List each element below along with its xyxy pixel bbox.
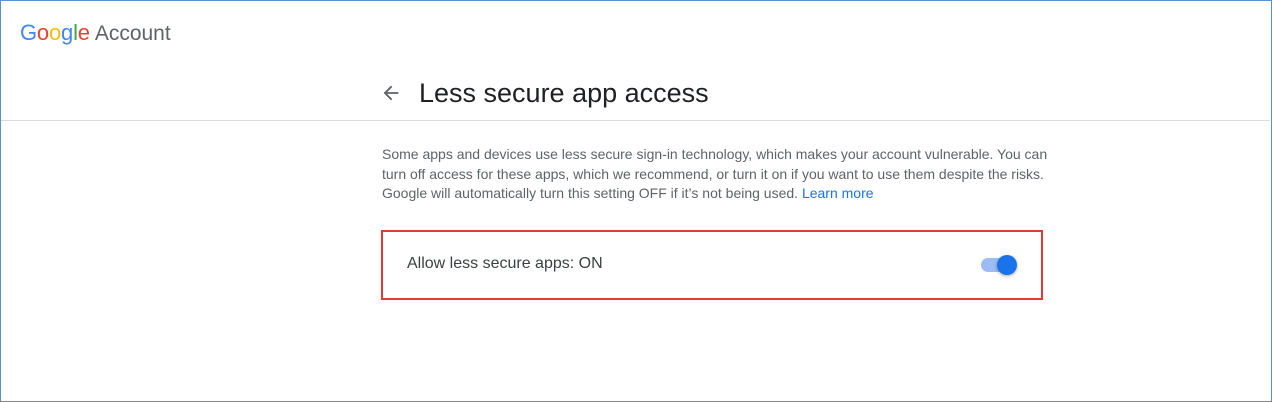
header-divider <box>1 120 1270 121</box>
allow-less-secure-apps-setting: Allow less secure apps: ON <box>381 230 1043 300</box>
description-text: Some apps and devices use less secure si… <box>382 145 1052 204</box>
page-title: Less secure app access <box>419 77 709 108</box>
allow-less-secure-apps-toggle[interactable] <box>981 253 1019 277</box>
google-logo: Google <box>20 20 90 46</box>
logo-letter: e <box>77 20 90 45</box>
arrow-back-icon[interactable] <box>380 82 402 104</box>
product-name: Account <box>94 22 171 45</box>
page-header: Less secure app access <box>380 74 709 112</box>
description-body: Some apps and devices use less secure si… <box>382 146 1048 201</box>
logo-letter: g <box>61 20 74 45</box>
setting-label: Allow less secure apps: ON <box>407 255 603 272</box>
toggle-thumb <box>997 255 1017 275</box>
logo-letter: o <box>48 20 62 45</box>
google-account-brand[interactable]: Google Account <box>20 20 171 48</box>
logo-letter: G <box>20 20 37 45</box>
learn-more-link[interactable]: Learn more <box>802 185 874 201</box>
logo-letter: o <box>36 20 49 45</box>
